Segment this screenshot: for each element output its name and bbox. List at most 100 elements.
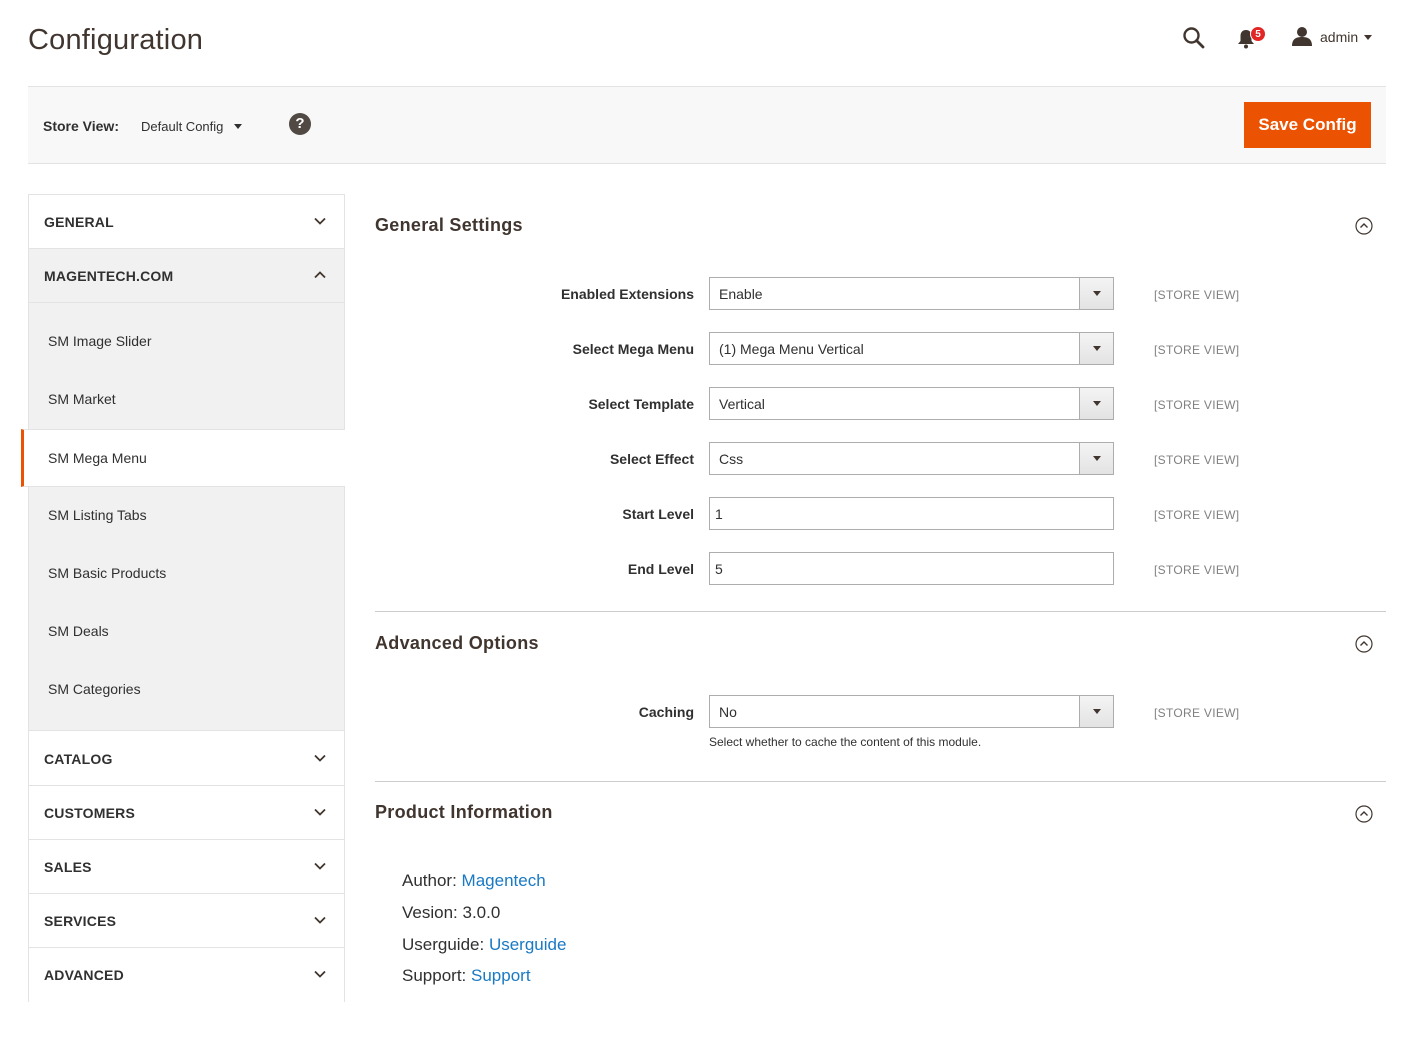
- scope-label: [STORE VIEW]: [1154, 288, 1240, 302]
- scope-label: [STORE VIEW]: [1154, 398, 1240, 412]
- product-information-title[interactable]: Product Information: [375, 802, 553, 823]
- chevron-down-icon[interactable]: [1364, 35, 1372, 40]
- chevron-down-icon[interactable]: [234, 124, 242, 129]
- select-value: No: [719, 704, 737, 720]
- config-sidebar: GENERAL MAGENTECH.COM SM Image Slider SM…: [21, 194, 345, 1002]
- sidebar-item-sm-image-slider[interactable]: SM Image Slider: [29, 313, 344, 371]
- info-author: Author: Magentech: [402, 871, 546, 891]
- general-settings-title[interactable]: General Settings: [375, 215, 523, 236]
- chevron-down-icon: [1079, 333, 1113, 364]
- advanced-options-title[interactable]: Advanced Options: [375, 633, 539, 654]
- sidebar-section-label: ADVANCED: [44, 967, 124, 983]
- sidebar-section-sales[interactable]: SALES: [29, 840, 344, 894]
- field-label-end-level: End Level: [627, 561, 694, 577]
- sidebar-item-sm-mega-menu[interactable]: SM Mega Menu: [21, 429, 345, 487]
- collapse-icon[interactable]: [1355, 805, 1373, 823]
- caching-note: Select whether to cache the content of t…: [709, 735, 982, 749]
- chevron-down-icon: [1079, 278, 1113, 309]
- admin-user-menu[interactable]: admin: [1320, 29, 1358, 45]
- end-level-input[interactable]: [709, 552, 1114, 585]
- version-value: 3.0.0: [462, 903, 501, 922]
- notification-count-badge[interactable]: 5: [1250, 26, 1266, 42]
- chevron-down-icon: [314, 217, 326, 225]
- chevron-down-icon: [314, 970, 326, 978]
- collapse-icon[interactable]: [1355, 635, 1373, 653]
- chevron-down-icon: [1079, 696, 1113, 727]
- user-icon[interactable]: [1292, 26, 1312, 46]
- save-config-button[interactable]: Save Config: [1244, 102, 1371, 148]
- enabled-extensions-select[interactable]: Enable: [709, 277, 1114, 310]
- sidebar-item-label: SM Image Slider: [48, 333, 152, 349]
- author-link[interactable]: Magentech: [462, 871, 546, 890]
- field-label-enabled-extensions: Enabled Extensions: [560, 286, 694, 302]
- chevron-down-icon: [314, 754, 326, 762]
- sidebar-section-services[interactable]: SERVICES: [29, 894, 344, 948]
- sidebar-section-magentech[interactable]: MAGENTECH.COM: [29, 249, 344, 303]
- sidebar-section-label: CUSTOMERS: [44, 805, 135, 821]
- select-value: Css: [719, 451, 744, 467]
- sidebar-item-label: SM Mega Menu: [48, 450, 147, 466]
- sidebar-section-label: SERVICES: [44, 913, 117, 929]
- chevron-down-icon: [314, 808, 326, 816]
- support-link[interactable]: Support: [471, 966, 531, 985]
- section-divider: [375, 611, 1386, 612]
- chevron-up-icon: [314, 271, 326, 279]
- userguide-link[interactable]: Userguide: [489, 935, 567, 954]
- sidebar-section-customers[interactable]: CUSTOMERS: [29, 786, 344, 840]
- sidebar-section-label: SALES: [44, 859, 92, 875]
- chevron-down-icon: [314, 916, 326, 924]
- select-value: Enable: [719, 286, 763, 302]
- store-view-bar: [28, 86, 1386, 164]
- sidebar-item-sm-listing-tabs[interactable]: SM Listing Tabs: [29, 487, 344, 545]
- info-label: Userguide:: [402, 935, 485, 954]
- sidebar-item-label: SM Categories: [48, 681, 141, 697]
- info-support: Support: Support: [402, 966, 531, 986]
- sidebar-section-catalog[interactable]: CATALOG: [29, 732, 344, 786]
- scope-label: [STORE VIEW]: [1154, 343, 1240, 357]
- sidebar-section-label: CATALOG: [44, 751, 113, 767]
- scope-label: [STORE VIEW]: [1154, 508, 1240, 522]
- select-mega-menu-select[interactable]: (1) Mega Menu Vertical: [709, 332, 1114, 365]
- select-value: (1) Mega Menu Vertical: [719, 341, 864, 357]
- magentech-submenu: SM Image Slider SM Market SM Mega Menu S…: [21, 303, 345, 731]
- scope-label: [STORE VIEW]: [1154, 453, 1240, 467]
- info-userguide: Userguide: Userguide: [402, 935, 566, 955]
- sidebar-item-sm-basic-products[interactable]: SM Basic Products: [29, 545, 344, 603]
- sidebar-item-sm-market[interactable]: SM Market: [29, 371, 344, 429]
- sidebar-item-label: SM Market: [48, 391, 116, 407]
- field-label-select-template: Select Template: [588, 396, 694, 412]
- field-label-start-level: Start Level: [622, 506, 694, 522]
- sidebar-item-sm-categories[interactable]: SM Categories: [29, 661, 344, 719]
- sidebar-section-label: GENERAL: [44, 214, 114, 230]
- sidebar-section-advanced[interactable]: ADVANCED: [29, 948, 344, 1002]
- select-value: Vertical: [719, 396, 765, 412]
- info-label: Vesion:: [402, 903, 458, 922]
- sidebar-item-label: SM Basic Products: [48, 565, 167, 581]
- start-level-input[interactable]: [709, 497, 1114, 530]
- chevron-down-icon: [1079, 443, 1113, 474]
- select-template-select[interactable]: Vertical: [709, 387, 1114, 420]
- sidebar-item-sm-deals[interactable]: SM Deals: [29, 603, 344, 661]
- sidebar-section-label: MAGENTECH.COM: [44, 268, 174, 284]
- info-label: Support:: [402, 966, 467, 985]
- field-label-select-effect: Select Effect: [609, 451, 694, 467]
- sidebar-item-label: SM Listing Tabs: [48, 507, 147, 523]
- caching-select[interactable]: No: [709, 695, 1114, 728]
- chevron-down-icon: [1079, 388, 1113, 419]
- store-view-label: Store View:: [43, 118, 119, 134]
- store-view-switcher[interactable]: Default Config: [141, 119, 223, 134]
- page-title: Configuration: [28, 24, 204, 56]
- field-label-select-mega-menu: Select Mega Menu: [572, 341, 694, 357]
- info-version: Vesion: 3.0.0: [402, 903, 500, 923]
- help-icon[interactable]: ?: [289, 113, 311, 135]
- scope-label: [STORE VIEW]: [1154, 563, 1240, 577]
- select-effect-select[interactable]: Css: [709, 442, 1114, 475]
- scope-label: [STORE VIEW]: [1154, 706, 1240, 720]
- sidebar-section-general[interactable]: GENERAL: [29, 195, 344, 249]
- info-label: Author:: [402, 871, 457, 890]
- collapse-icon[interactable]: [1355, 217, 1373, 235]
- section-divider: [375, 781, 1386, 782]
- field-label-caching: Caching: [638, 704, 694, 720]
- sidebar-item-label: SM Deals: [48, 623, 109, 639]
- search-icon[interactable]: [1182, 26, 1206, 50]
